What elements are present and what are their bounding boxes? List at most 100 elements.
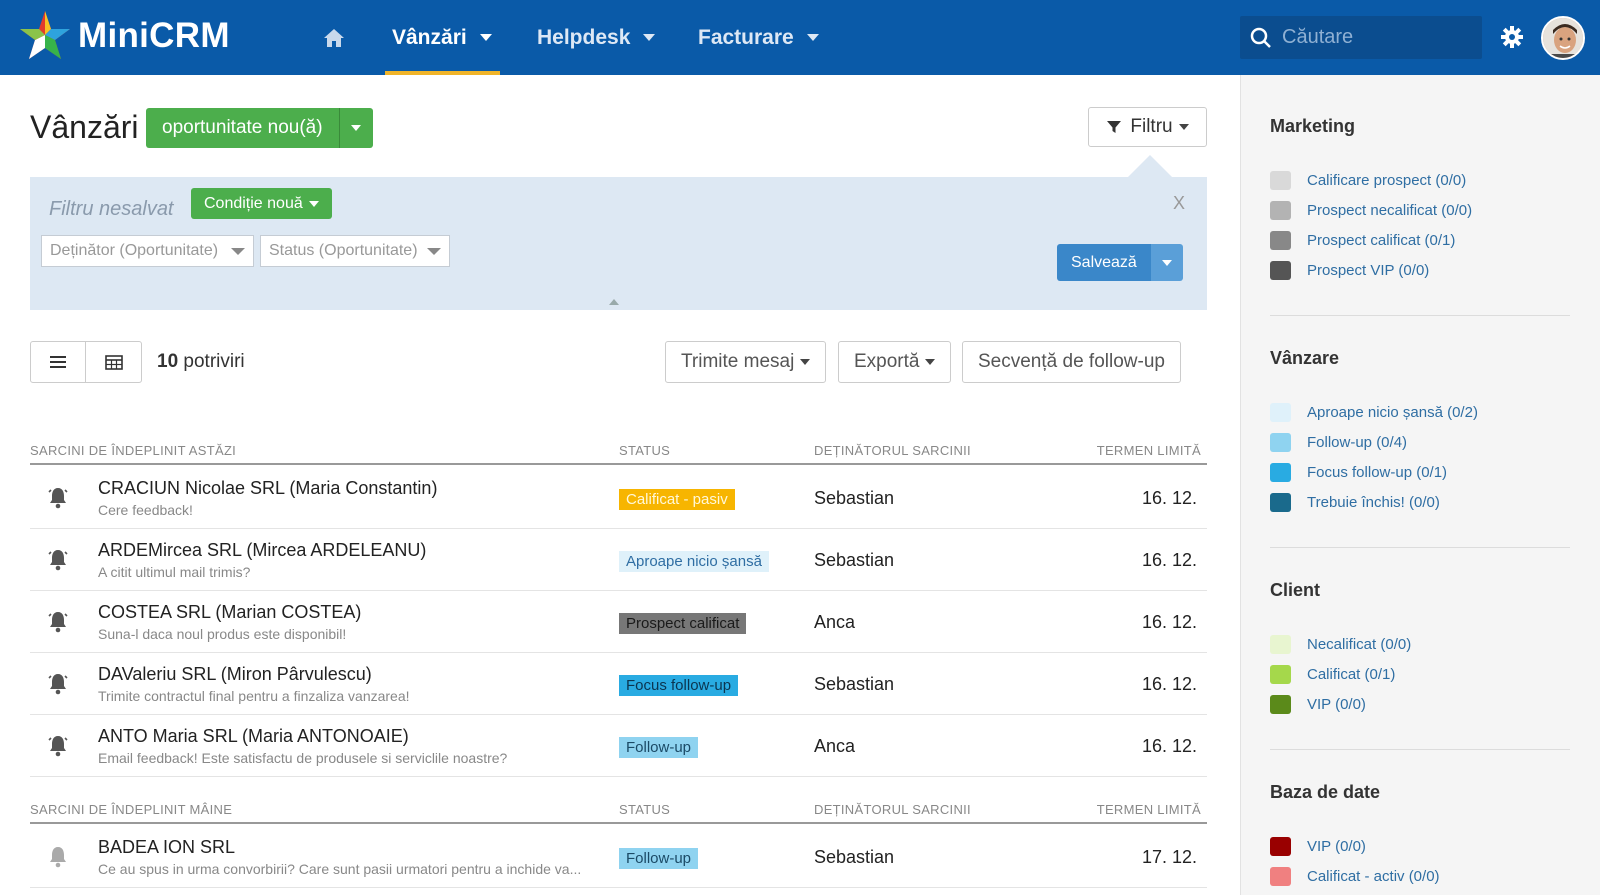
task-row[interactable]: CRACIUN Nicolae SRL (Maria Constantin) C… bbox=[30, 467, 1207, 529]
task-row[interactable]: DAValeriu SRL (Miron Pârvulescu) Trimite… bbox=[30, 653, 1207, 715]
sidebar-heading-database: Baza de date bbox=[1270, 782, 1381, 802]
sidebar-item[interactable]: Necalificat (0/0) bbox=[1270, 635, 1411, 654]
close-filter-button[interactable]: X bbox=[1173, 193, 1185, 214]
search-icon bbox=[1250, 27, 1271, 48]
tomorrow-heading: SARCINI DE ÎNDEPLINIT MÂINE bbox=[30, 802, 233, 817]
task-row[interactable]: ARDEMircea SRL (Mircea ARDELEANU) A citi… bbox=[30, 529, 1207, 591]
due-column-header: TERMEN LIMITĂ bbox=[1096, 443, 1201, 458]
save-filter-dropdown-button[interactable] bbox=[1150, 244, 1183, 281]
chevron-down-icon bbox=[1161, 259, 1172, 266]
sidebar-heading-marketing: Marketing bbox=[1270, 116, 1356, 136]
nav-tab-helpdesk[interactable]: Helpdesk bbox=[537, 0, 656, 75]
save-filter-button[interactable]: Salvează bbox=[1057, 244, 1151, 281]
match-count: 10 potriviri bbox=[157, 351, 245, 373]
sidebar-item-label: Follow-up (0/4) bbox=[1307, 434, 1408, 451]
sidebar-item-label: Focus follow-up (0/1) bbox=[1307, 464, 1448, 481]
bell-icon[interactable] bbox=[48, 611, 68, 633]
status-color-swatch bbox=[1270, 261, 1291, 280]
bell-icon[interactable] bbox=[48, 846, 68, 868]
task-due-date: 16. 12. bbox=[1141, 488, 1197, 508]
nav-tab-vanzari[interactable]: Vânzări bbox=[392, 0, 492, 75]
chevron-down-icon bbox=[800, 359, 811, 365]
owner-column-header: DEȚINĂTORUL SARCINII bbox=[814, 802, 971, 817]
gear-icon[interactable] bbox=[1500, 25, 1524, 49]
task-owner: Sebastian bbox=[814, 847, 895, 867]
followup-sequence-button[interactable]: Secvență de follow-up bbox=[962, 341, 1181, 383]
home-icon[interactable] bbox=[322, 26, 346, 50]
list-view-icon bbox=[50, 356, 66, 368]
status-badge: Prospect calificat bbox=[619, 613, 747, 634]
task-subtitle: Email feedback! Este satisfactu de produ… bbox=[98, 750, 508, 766]
nav-tab-facturare[interactable]: Facturare bbox=[698, 0, 819, 75]
sidebar-item[interactable]: Aproape nicio șansă (0/2) bbox=[1270, 403, 1478, 422]
task-due-date: 16. 12. bbox=[1141, 736, 1197, 756]
sidebar-item[interactable]: Prospect calificat (0/1) bbox=[1270, 231, 1455, 250]
task-row[interactable]: BADEA ION SRL Ce au spus in urma convorb… bbox=[30, 826, 1207, 888]
sidebar-item[interactable]: Trebuie închis! (0/0) bbox=[1270, 493, 1440, 512]
task-row[interactable]: COSTEA SRL (Marian COSTEA) Suna-l daca n… bbox=[30, 591, 1207, 653]
table-view-icon bbox=[104, 354, 123, 370]
status-color-swatch bbox=[1270, 837, 1291, 856]
task-subtitle: Ce au spus in urma convorbirii? Care sun… bbox=[98, 861, 582, 877]
task-title[interactable]: ANTO Maria SRL (Maria ANTONOAIE) bbox=[98, 726, 409, 747]
sidebar-item[interactable]: Follow-up (0/4) bbox=[1270, 433, 1407, 452]
logo-star-icon bbox=[20, 11, 70, 59]
bell-icon[interactable] bbox=[48, 549, 68, 571]
new-opportunity-dropdown-button[interactable] bbox=[338, 108, 373, 148]
user-avatar[interactable] bbox=[1541, 16, 1585, 60]
list-view-button[interactable] bbox=[30, 341, 86, 383]
status-badge: Follow-up bbox=[619, 737, 699, 758]
sidebar-item-label: Necalificat (0/0) bbox=[1307, 636, 1412, 653]
status-badge: Focus follow-up bbox=[619, 675, 739, 696]
sidebar-item[interactable]: Calificat (0/1) bbox=[1270, 665, 1395, 684]
task-title[interactable]: ARDEMircea SRL (Mircea ARDELEANU) bbox=[98, 540, 426, 561]
status-color-swatch bbox=[1270, 665, 1291, 684]
status-color-swatch bbox=[1270, 493, 1291, 512]
sidebar-item[interactable]: Calificat - activ (0/0) bbox=[1270, 867, 1440, 886]
task-owner: Anca bbox=[814, 736, 856, 756]
sidebar-item[interactable]: VIP (0/0) bbox=[1270, 837, 1366, 856]
sidebar-item[interactable]: Calificare prospect (0/0) bbox=[1270, 171, 1466, 190]
nav-tab-label: Facturare bbox=[698, 25, 794, 49]
task-due-date: 16. 12. bbox=[1141, 550, 1197, 570]
sidebar-item-label: Trebuie închis! (0/0) bbox=[1307, 494, 1440, 511]
owner-column-header: DEȚINĂTORUL SARCINII bbox=[814, 443, 971, 458]
app-logo[interactable]: MiniCRM bbox=[18, 6, 230, 66]
task-title[interactable]: BADEA ION SRL bbox=[98, 837, 235, 858]
filter-button[interactable]: Filtru bbox=[1088, 107, 1207, 147]
view-toggle bbox=[30, 341, 142, 383]
bell-icon[interactable] bbox=[48, 487, 68, 509]
table-view-button[interactable] bbox=[86, 341, 142, 383]
task-title[interactable]: COSTEA SRL (Marian COSTEA) bbox=[98, 602, 361, 623]
status-select[interactable]: Status (Oportunitate) bbox=[260, 235, 450, 267]
bell-icon[interactable] bbox=[48, 735, 68, 757]
task-subtitle: A citit ultimul mail trimis? bbox=[98, 564, 251, 580]
new-opportunity-button[interactable]: oportunitate nou(ă) bbox=[146, 108, 339, 148]
sidebar-item[interactable]: Focus follow-up (0/1) bbox=[1270, 463, 1447, 482]
chevron-down-icon bbox=[1178, 124, 1189, 130]
chevron-down-icon bbox=[806, 34, 819, 41]
status-color-swatch bbox=[1270, 867, 1291, 886]
search-input[interactable] bbox=[1282, 26, 1462, 49]
task-subtitle: Cere feedback! bbox=[98, 502, 193, 518]
send-message-button[interactable]: Trimite mesaj bbox=[665, 341, 827, 383]
task-row[interactable]: ANTO Maria SRL (Maria ANTONOAIE) Email f… bbox=[30, 715, 1207, 777]
sidebar-item[interactable]: Prospect VIP (0/0) bbox=[1270, 261, 1429, 280]
status-badge: Aproape nicio șansă bbox=[619, 551, 769, 572]
due-column-header: TERMEN LIMITĂ bbox=[1096, 802, 1201, 817]
bell-icon[interactable] bbox=[48, 673, 68, 695]
top-navigation-bar: MiniCRM Vânzări Helpdesk Facturare bbox=[0, 0, 1600, 75]
sidebar-item-label: VIP (0/0) bbox=[1307, 838, 1366, 855]
sidebar-item[interactable]: Prospect necalificat (0/0) bbox=[1270, 201, 1472, 220]
export-button[interactable]: Exportă bbox=[838, 341, 952, 383]
new-condition-button[interactable]: Condiție nouă bbox=[191, 188, 332, 219]
task-title[interactable]: CRACIUN Nicolae SRL (Maria Constantin) bbox=[98, 478, 437, 499]
collapse-filter-icon[interactable] bbox=[609, 299, 619, 305]
today-heading: SARCINI DE ÎNDEPLINIT ASTĂZI bbox=[30, 443, 237, 458]
search-box[interactable] bbox=[1240, 16, 1482, 59]
match-count-label: potriviri bbox=[183, 351, 245, 372]
owner-select[interactable]: Deținător (Oportunitate) bbox=[41, 235, 254, 267]
match-count-number: 10 bbox=[157, 351, 179, 372]
task-title[interactable]: DAValeriu SRL (Miron Pârvulescu) bbox=[98, 664, 372, 685]
sidebar-item[interactable]: VIP (0/0) bbox=[1270, 695, 1366, 714]
